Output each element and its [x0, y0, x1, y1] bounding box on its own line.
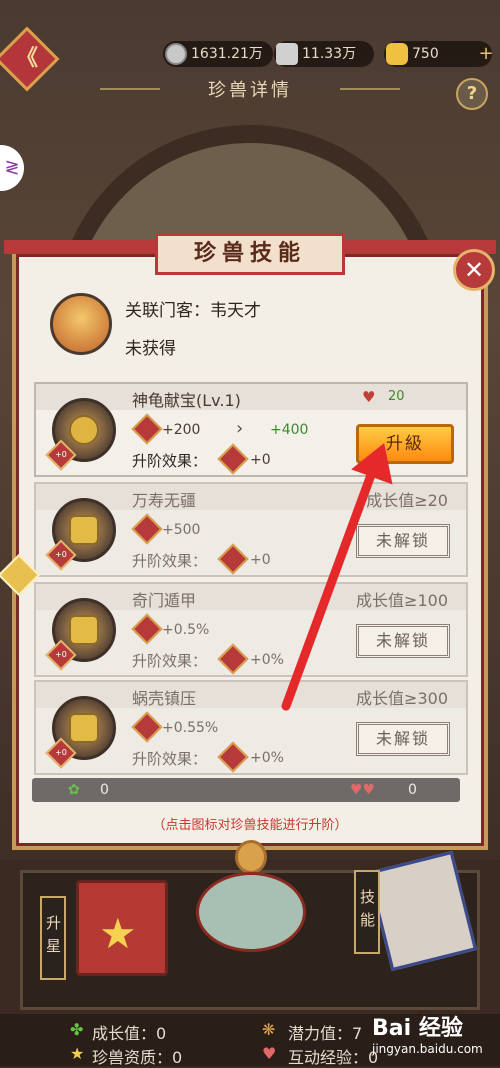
- resource-feather: 11.33万: [274, 41, 374, 67]
- stat-value: +500: [162, 522, 201, 538]
- upgrade-effect-label: 升阶效果：: [132, 452, 208, 470]
- skill-name: 蜗壳镇压: [132, 689, 197, 708]
- potential-stat: 潜力值：7: [288, 1024, 363, 1043]
- hint-text: （点击图标对珍兽技能进行升阶）: [152, 818, 348, 833]
- upgrade-value: +0%: [250, 750, 284, 766]
- locked-button[interactable]: 未解锁: [356, 624, 450, 658]
- skill-requirement: 成长值≥20: [366, 491, 448, 510]
- heart-count: 0: [408, 782, 417, 798]
- paw-icon: ❋: [262, 1020, 276, 1039]
- related-name: 韦天才: [210, 301, 261, 321]
- upgrade-effect-label: 升阶效果：: [132, 750, 208, 768]
- back-icon: 《: [15, 46, 38, 71]
- attribute-icon: [217, 543, 249, 575]
- upgrade-effect-label: 升阶效果：: [132, 552, 208, 570]
- gold-value: 750: [412, 46, 439, 62]
- star-icon: ★: [70, 1044, 85, 1063]
- help-button[interactable]: ?: [456, 78, 488, 110]
- page-title: 珍兽详情: [100, 76, 400, 102]
- upgrade-effect-label: 升阶效果：: [132, 652, 208, 670]
- plant-icon: ✿: [68, 782, 80, 798]
- plant-count: 0: [100, 782, 109, 798]
- locked-button[interactable]: 未解锁: [356, 524, 450, 558]
- growth-stat: 成长值：0: [92, 1024, 167, 1043]
- heart-icon: ♥♥: [350, 782, 376, 798]
- locked-button[interactable]: 未解锁: [356, 722, 450, 756]
- skill-card: 奇门遁甲 成长值≥100 +0 +0.5% 升阶效果： +0% 未解锁: [34, 582, 468, 677]
- material-bar: ✿ 0 ♥♥ 0: [32, 778, 460, 802]
- gold-ingot-icon: [386, 43, 408, 65]
- interaction-stat: 互动经验：0: [288, 1048, 379, 1067]
- next-value: +400: [270, 422, 309, 438]
- attribute-icon: [131, 413, 163, 445]
- feather-value: 11.33万: [302, 46, 357, 62]
- attribute-icon: [131, 613, 163, 645]
- avatar[interactable]: [50, 293, 112, 355]
- skill-requirement: 成长值≥300: [356, 689, 448, 708]
- arrow-right-icon: ›: [236, 418, 244, 439]
- upgrade-value: +0: [250, 452, 271, 468]
- heart-icon: ♥: [262, 1044, 277, 1063]
- chest-image[interactable]: ★: [76, 880, 168, 976]
- obtain-status: 未获得: [125, 339, 176, 359]
- related-label: 关联门客：: [125, 301, 210, 321]
- attribute-icon: [217, 741, 249, 773]
- heart-value: 20: [388, 389, 405, 404]
- watermark-brand: Bai 经验: [372, 1016, 463, 1041]
- close-button[interactable]: ✕: [453, 249, 495, 291]
- upgrade-value: +0: [250, 552, 271, 568]
- stat-value: +0.5%: [162, 622, 210, 638]
- pot-image: [196, 872, 306, 952]
- skill-tab[interactable]: 技能: [354, 870, 380, 954]
- attribute-icon: [131, 711, 163, 743]
- stat-value: +0.55%: [162, 720, 219, 736]
- quality-stat: 珍兽资质：0: [92, 1048, 183, 1067]
- attribute-icon: [131, 513, 163, 545]
- skill-name: 万寿无疆: [132, 491, 197, 510]
- add-gold-button[interactable]: +: [476, 44, 496, 64]
- skill-card: 神龟献宝(Lv.1) ♥ 20 +0 +200 › +400 升阶效果： +0 …: [34, 382, 468, 477]
- related-guest: 关联门客：韦天才: [125, 296, 261, 321]
- resource-gold-ingot: 750 +: [384, 41, 494, 67]
- star-up-tab[interactable]: 升星: [40, 896, 66, 980]
- skill-name: 奇门遁甲: [132, 591, 197, 610]
- coin-icon: [165, 43, 187, 65]
- watermark-url: jingyan.baidu.com: [372, 1042, 483, 1056]
- skill-card: 万寿无疆 成长值≥20 +0 +500 升阶效果： +0 未解锁: [34, 482, 468, 577]
- top-bar: 《 1631.21万 11.33万 750 + 珍兽详情 ?: [0, 0, 500, 110]
- star-icon: ★: [99, 909, 137, 958]
- upgrade-value: +0%: [250, 652, 284, 668]
- coin-value: 1631.21万: [191, 46, 263, 62]
- skill-requirement: 成长值≥100: [356, 591, 448, 610]
- upgrade-button[interactable]: 升級: [356, 424, 454, 464]
- clover-icon: ✤: [70, 1020, 84, 1039]
- stat-value: +200: [162, 422, 201, 438]
- attribute-icon: [217, 643, 249, 675]
- resource-copper-coin: 1631.21万: [163, 41, 273, 67]
- feather-icon: [276, 43, 298, 65]
- attribute-icon: [217, 443, 249, 475]
- scroll-handle-icon[interactable]: [235, 840, 267, 874]
- skill-card: 蜗壳镇压 成长值≥300 +0 +0.55% 升阶效果： +0% 未解锁: [34, 680, 468, 775]
- skill-name: 神龟献宝(Lv.1): [132, 391, 241, 410]
- panel-title: 珍兽技能: [155, 233, 345, 275]
- back-button[interactable]: 《: [0, 26, 60, 92]
- heart-icon: ♥: [362, 388, 376, 406]
- baidu-watermark: Bai 经验 jingyan.baidu.com: [372, 1010, 483, 1056]
